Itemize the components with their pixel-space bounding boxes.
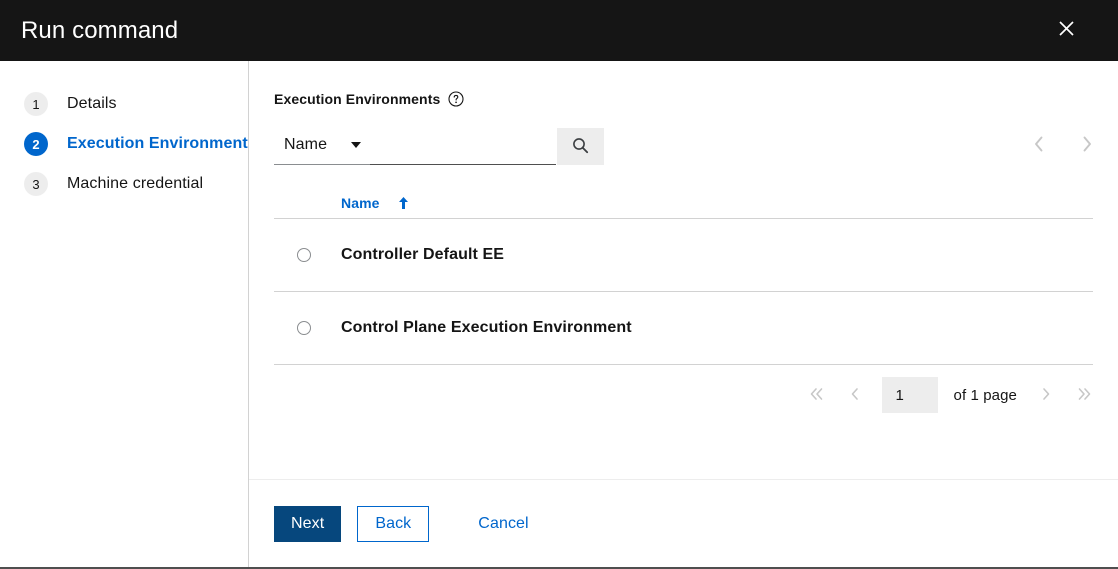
search-input[interactable] (370, 125, 556, 165)
column-header-name[interactable]: Name (341, 195, 380, 211)
top-pagination-prev-button[interactable] (1027, 131, 1051, 159)
wizard-body: 1 Details 2 Execution Environment 3 Mach… (0, 61, 1118, 567)
execution-environments-table: Name Controller Default EE Control Plane… (249, 187, 1118, 365)
wizard-footer: Next Back Cancel (249, 479, 1118, 567)
section-header: Execution Environments (249, 61, 1118, 107)
top-pagination (1027, 125, 1099, 165)
angle-double-left-icon (809, 387, 824, 404)
row-radio-button[interactable] (297, 248, 311, 262)
sidebar-item-machine-credential[interactable]: 3 Machine credential (0, 164, 248, 204)
angle-right-icon (1041, 387, 1051, 404)
filter-type-value: Name (284, 136, 327, 154)
table-header-row: Name (274, 187, 1093, 219)
table-toolbar: Name (249, 125, 1118, 165)
pagination-next-button[interactable] (1031, 380, 1061, 410)
angle-double-right-icon (1077, 387, 1092, 404)
pagination-total-label: of 1 page (954, 387, 1017, 404)
wizard-header: Run command (0, 0, 1118, 61)
sidebar-item-label: Machine credential (67, 175, 203, 193)
wizard-main-content: Execution Environments Name (249, 61, 1118, 567)
pagination-prev-button[interactable] (840, 380, 870, 410)
search-icon (572, 137, 589, 157)
table-row[interactable]: Control Plane Execution Environment (274, 292, 1093, 365)
row-radio-button[interactable] (297, 321, 311, 335)
page-title: Run command (21, 19, 178, 43)
cancel-button[interactable]: Cancel (462, 506, 544, 542)
filter-type-select[interactable]: Name (274, 125, 370, 165)
search-button[interactable] (557, 128, 604, 165)
back-button[interactable]: Back (357, 506, 429, 542)
sidebar-item-label: Execution Environment (67, 135, 248, 153)
bottom-pagination: of 1 page (249, 365, 1118, 425)
sidebar-item-label: Details (67, 95, 117, 113)
row-name-label: Controller Default EE (341, 246, 504, 264)
run-command-wizard: Run command 1 Details 2 Execution Enviro… (0, 0, 1118, 569)
section-title: Execution Environments (274, 91, 440, 107)
pagination-page-input[interactable] (882, 377, 938, 413)
step-number-badge: 3 (24, 172, 48, 196)
angle-left-icon (850, 387, 860, 404)
close-icon[interactable] (1046, 8, 1086, 48)
wizard-step-nav: 1 Details 2 Execution Environment 3 Mach… (0, 61, 249, 567)
row-name-label: Control Plane Execution Environment (341, 319, 632, 337)
step-number-badge: 1 (24, 92, 48, 116)
step-number-badge: 2 (24, 132, 48, 156)
arrow-up-icon[interactable] (398, 196, 409, 210)
sidebar-item-execution-environment[interactable]: 2 Execution Environment (0, 124, 248, 164)
help-circle-icon[interactable] (448, 91, 464, 107)
chevron-down-icon (351, 142, 361, 148)
top-pagination-next-button[interactable] (1075, 131, 1099, 159)
next-button[interactable]: Next (274, 506, 341, 542)
chevron-left-icon (1034, 136, 1044, 155)
pagination-last-button[interactable] (1069, 380, 1099, 410)
pagination-first-button[interactable] (802, 380, 832, 410)
table-row[interactable]: Controller Default EE (274, 219, 1093, 292)
chevron-right-icon (1082, 136, 1092, 155)
sidebar-item-details[interactable]: 1 Details (0, 84, 248, 124)
